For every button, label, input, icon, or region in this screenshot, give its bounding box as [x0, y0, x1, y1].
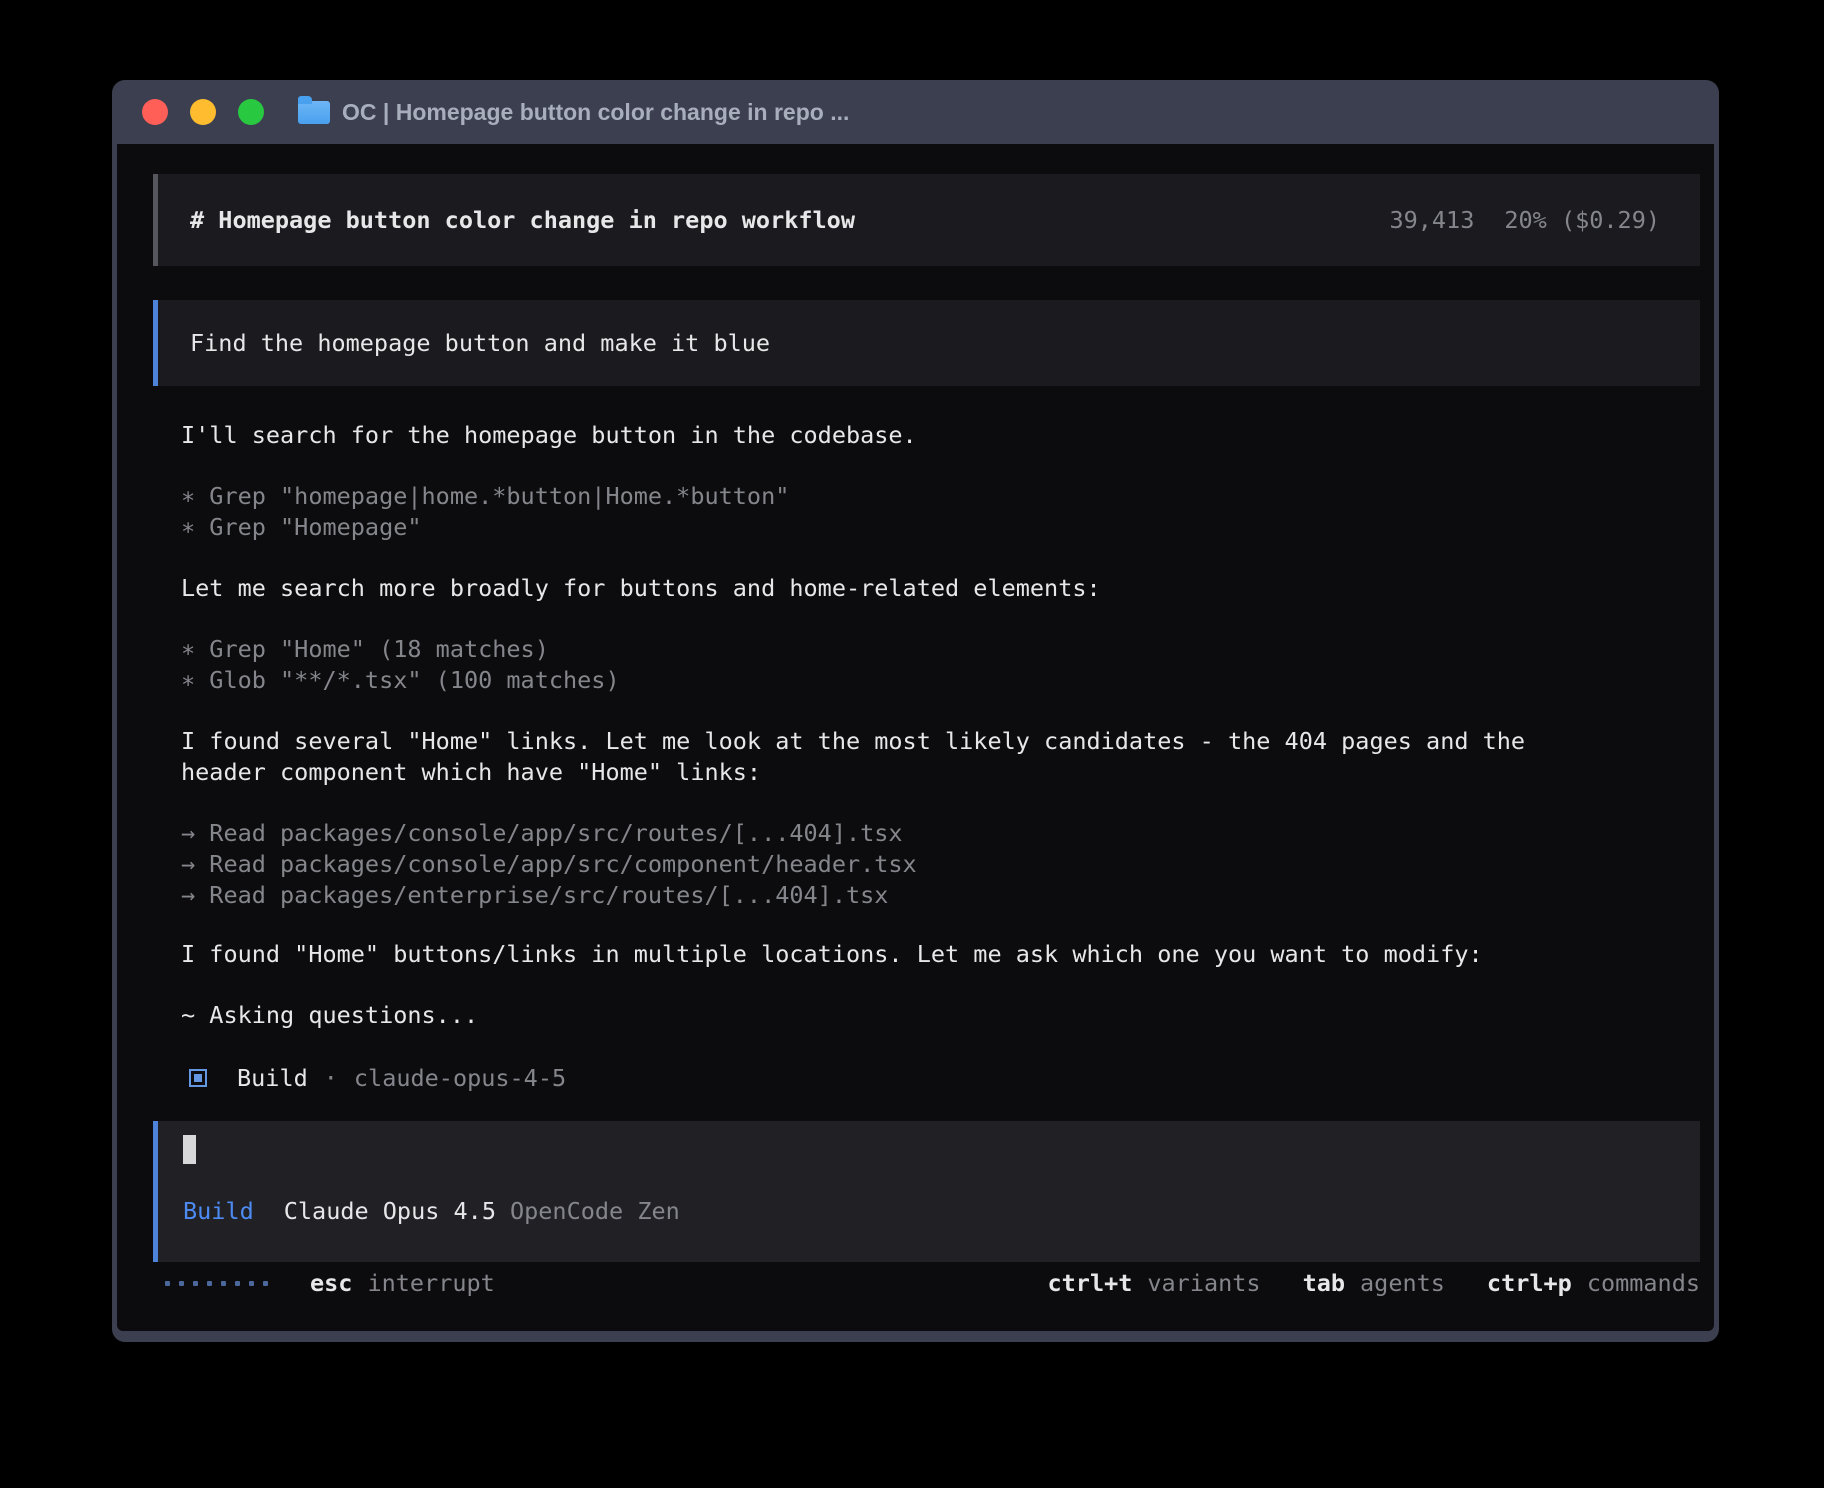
hint-agents: tab agents [1303, 1268, 1445, 1299]
agent-mode-label[interactable]: Build [183, 1197, 254, 1225]
session-stats: 39,413 20% ($0.29) [1389, 206, 1660, 234]
tool-call-read: → Read packages/console/app/src/routes/[… [181, 818, 1700, 849]
assistant-paragraph: I found several "Home" links. Let me loo… [181, 726, 1700, 788]
build-agent-icon [189, 1069, 207, 1087]
window-title: OC | Homepage button color change in rep… [342, 99, 849, 126]
tool-call-grep: ∗ Grep "Home" (18 matches) [181, 634, 1700, 665]
assistant-text: header component which have "Home" links… [181, 757, 1700, 788]
folder-icon [298, 101, 330, 124]
status-bar: esc interrupt ctrl+t variants tab agents… [117, 1268, 1714, 1331]
tool-call-group: → Read packages/console/app/src/routes/[… [181, 818, 1700, 911]
assistant-text: I found "Home" buttons/links in multiple… [181, 939, 1700, 970]
provider-label: OpenCode Zen [510, 1197, 680, 1225]
text-cursor [183, 1135, 196, 1164]
session-title: # Homepage button color change in repo w… [190, 206, 855, 234]
tool-call-group: ∗ Grep "Home" (18 matches) ∗ Glob "**/*.… [181, 634, 1700, 696]
assistant-text: I'll search for the homepage button in t… [181, 420, 1700, 451]
model-label[interactable]: Claude Opus 4.5 [284, 1197, 496, 1225]
assistant-paragraph: I'll search for the homepage button in t… [181, 420, 1700, 451]
traffic-lights [142, 99, 264, 125]
keyboard-hints: ctrl+t variants tab agents ctrl+p comman… [1048, 1268, 1701, 1299]
minimize-button[interactable] [190, 99, 216, 125]
tool-call-read: → Read packages/enterprise/src/routes/[.… [181, 880, 1700, 911]
maximize-button[interactable] [238, 99, 264, 125]
asking-questions-status: ~ Asking questions... [181, 1000, 1700, 1031]
input-footer: Build Claude Opus 4.5 OpenCode Zen [183, 1197, 1700, 1225]
tool-call-grep: ∗ Grep "Homepage" [181, 512, 1700, 543]
prompt-input[interactable]: Build Claude Opus 4.5 OpenCode Zen [153, 1121, 1700, 1262]
user-message-text: Find the homepage button and make it blu… [190, 329, 770, 357]
assistant-paragraph: I found "Home" buttons/links in multiple… [181, 939, 1700, 970]
agent-status-row: Build · claude-opus-4-5 [189, 1062, 1700, 1093]
hint-variants: ctrl+t variants [1048, 1268, 1261, 1299]
hint-interrupt: esc interrupt [310, 1268, 495, 1299]
terminal-window: OC | Homepage button color change in rep… [112, 80, 1719, 1342]
agent-name: Build [237, 1064, 308, 1092]
assistant-text: Let me search more broadly for buttons a… [181, 573, 1700, 604]
window-titlebar[interactable]: OC | Homepage button color change in rep… [112, 80, 1719, 144]
session-header: # Homepage button color change in repo w… [153, 174, 1700, 266]
tool-call-read: → Read packages/console/app/src/componen… [181, 849, 1700, 880]
user-message: Find the homepage button and make it blu… [153, 300, 1700, 386]
activity-dots [165, 1281, 268, 1286]
separator-dot: · [324, 1064, 338, 1092]
assistant-activity: ~ Asking questions... [181, 1000, 1700, 1031]
context-cost: 20% ($0.29) [1504, 206, 1660, 234]
assistant-text: I found several "Home" links. Let me loo… [181, 726, 1700, 757]
session-content: # Homepage button color change in repo w… [117, 144, 1714, 1262]
token-count: 39,413 [1389, 206, 1474, 234]
terminal-body: # Homepage button color change in repo w… [117, 144, 1714, 1331]
hint-commands: ctrl+p commands [1487, 1268, 1700, 1299]
tool-call-glob: ∗ Glob "**/*.tsx" (100 matches) [181, 665, 1700, 696]
tool-call-group: ∗ Grep "homepage|home.*button|Home.*butt… [181, 481, 1700, 543]
assistant-paragraph: Let me search more broadly for buttons a… [181, 573, 1700, 604]
close-button[interactable] [142, 99, 168, 125]
tool-call-grep: ∗ Grep "homepage|home.*button|Home.*butt… [181, 481, 1700, 512]
esc-key-label: esc [310, 1268, 352, 1299]
model-id: claude-opus-4-5 [354, 1064, 566, 1092]
